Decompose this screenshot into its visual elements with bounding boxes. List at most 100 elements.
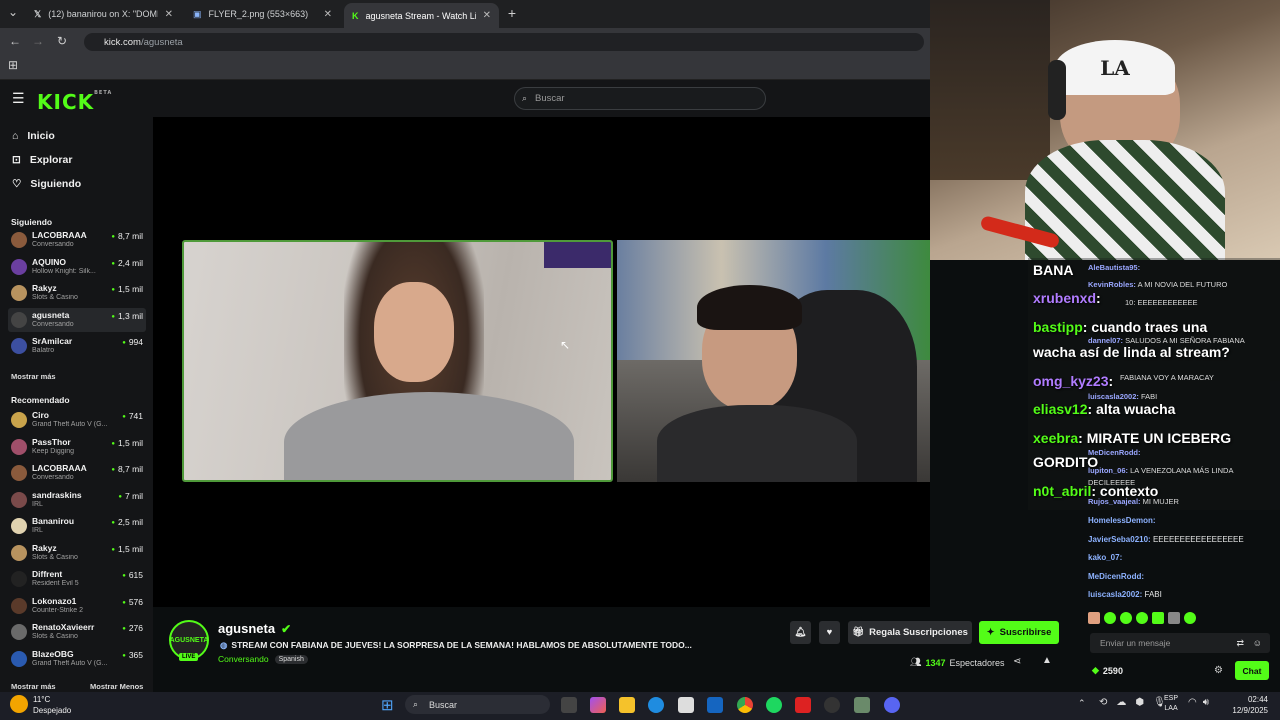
app-icon[interactable]	[795, 697, 811, 713]
message-text: LA VENEZOLANA MÁS LINDA	[1130, 466, 1234, 475]
url-field[interactable]: kick.com/agusneta	[84, 33, 924, 51]
sidebar-channel[interactable]: PassThorKeep Digging 1,5 mil	[8, 435, 146, 459]
store-icon[interactable]	[678, 697, 694, 713]
sidebar-channel[interactable]: LACOBRAAAConversando 8,7 mil	[8, 461, 146, 485]
weather-icon[interactable]	[10, 695, 28, 713]
sidebar-channel[interactable]: agusnetaConversando 1,3 mil	[8, 307, 146, 332]
tab-flyer[interactable]: ▣ FLYER_2.png (553×663) ✕	[185, 4, 340, 24]
channel-name: Rakyz	[32, 542, 57, 553]
copilot-icon[interactable]	[590, 697, 606, 713]
stream-category[interactable]: Conversando	[218, 654, 269, 664]
recommended-show-more[interactable]: Mostrar más	[11, 682, 56, 691]
spotify-icon[interactable]	[766, 697, 782, 713]
sidebar-channel[interactable]: AQUINOHollow Knight: Silk... 2,4 mil	[8, 255, 146, 279]
channel-name: Ciro	[32, 410, 49, 420]
sidebar-channel[interactable]: Lokonazo1Counter-Strike 2 576	[8, 594, 146, 618]
report-icon[interactable]: ▲	[1042, 655, 1052, 666]
recommended-show-less[interactable]: Mostrar Menos	[90, 682, 143, 691]
channel-category: IRL	[32, 500, 43, 508]
search-input[interactable]: ⌕ Buscar	[514, 87, 766, 110]
chat-send-button[interactable]: Chat	[1235, 661, 1269, 680]
back-icon[interactable]: ←	[7, 34, 23, 48]
tray-app-icon[interactable]: ☁	[1116, 697, 1126, 708]
weather-widget[interactable]: 11°C Despejado	[33, 694, 71, 716]
gift-subs-button[interactable]: 🎁︎ Regala Suscripciones	[848, 621, 972, 644]
channel-name[interactable]: agusneta	[218, 621, 275, 636]
new-tab-icon[interactable]: +	[504, 5, 520, 21]
close-icon[interactable]: ✕	[165, 9, 173, 20]
emote-icon[interactable]	[1184, 612, 1196, 624]
channel-viewers: 994	[122, 337, 143, 347]
channel-category: IRL	[32, 527, 43, 534]
sidebar-channel[interactable]: RakyzSlots & Casino 1,5 mil	[8, 541, 146, 565]
message-user[interactable]: JavierSeba0210:	[1088, 535, 1151, 544]
edge-icon[interactable]	[648, 697, 664, 713]
bookmarks-bar: ⊞	[0, 56, 930, 80]
kick-logo[interactable]: KICKBETA	[37, 90, 112, 114]
windows-start-icon[interactable]: ⊞	[381, 696, 394, 714]
message-user[interactable]: kako_07:	[1088, 553, 1122, 562]
file-explorer-icon[interactable]	[619, 697, 635, 713]
channel-category: Balatro	[32, 347, 55, 354]
emote-icon[interactable]	[1152, 612, 1164, 624]
obs-icon[interactable]	[824, 697, 840, 713]
forward-icon[interactable]: →	[30, 34, 46, 48]
follow-button[interactable]: ♥	[819, 621, 840, 644]
sidebar-channel[interactable]: RenatoXavieerrSlots & Casino 276	[8, 620, 146, 644]
sidebar-nav-explorar[interactable]: ⊡ Explorar	[12, 154, 72, 166]
task-view-icon[interactable]	[561, 697, 577, 713]
tray-app-icon[interactable]: ⬢	[1135, 697, 1144, 708]
tab-x[interactable]: 𝕏 (12) bananirou on X: "DOMING ✕	[26, 4, 181, 24]
apps-grid-icon[interactable]: ⊞	[5, 58, 21, 72]
input-language[interactable]: ESP LAA	[1164, 694, 1178, 714]
message-user[interactable]: MeDicenRodd:	[1088, 572, 1144, 581]
sidebar-channel[interactable]: SrAmilcarBalatro 994	[8, 334, 146, 358]
channel-points[interactable]: ◆ 2590	[1092, 665, 1123, 676]
emoji-icon[interactable]: ☺	[1253, 638, 1262, 648]
sidebar-channel[interactable]: RakyzSlots & Casino 1,5 mil	[8, 281, 146, 305]
emote-icon[interactable]	[1088, 612, 1100, 624]
notifications-button[interactable]: 🔔︎	[790, 621, 811, 644]
overlay-small-message: AleBautista95:	[1088, 263, 1140, 272]
sidebar-channel[interactable]: LACOBRAAAConversando 8,7 mil	[8, 228, 146, 252]
sidebar-channel[interactable]: BlazeOBGGrand Theft Auto V (G... 365	[8, 647, 146, 671]
chat-input[interactable]: Enviar un mensaje ⇄ ☺	[1090, 633, 1270, 653]
sidebar-channel[interactable]: DiffrentResident Evil 5 615	[8, 567, 146, 591]
message-user[interactable]: HomelessDemon:	[1088, 516, 1156, 525]
menu-icon[interactable]: ☰	[12, 90, 25, 107]
tray-chevron-icon[interactable]: ⌃	[1078, 698, 1086, 709]
outlook-icon[interactable]	[707, 697, 723, 713]
emote-icon[interactable]	[1168, 612, 1180, 624]
chrome-icon[interactable]	[737, 697, 753, 713]
language-tag[interactable]: Spanish	[274, 654, 308, 664]
translate-icon[interactable]: ⇄	[1236, 638, 1244, 649]
overlay-big-message: n0t_abril: contexto	[1033, 483, 1158, 499]
sidebar-nav-inicio[interactable]: ⌂ Inicio	[12, 130, 55, 142]
message-text: FABI	[1140, 392, 1158, 401]
subscribe-button[interactable]: ✦ Suscribirse	[979, 621, 1059, 644]
discord-icon[interactable]	[884, 697, 900, 713]
tab-list-icon[interactable]: ⌄	[5, 5, 21, 19]
emote-icon[interactable]	[1120, 612, 1132, 624]
channel-category: Hollow Knight: Silk...	[32, 267, 96, 275]
sidebar-channel[interactable]: sandraskinsIRL 7 mil	[8, 488, 146, 512]
channel-category: Conversando	[32, 474, 74, 481]
close-icon[interactable]: ✕	[324, 9, 332, 20]
sidebar-channel[interactable]: CiroGrand Theft Auto V (G... 741	[8, 408, 146, 432]
reload-icon[interactable]: ↻	[54, 34, 70, 48]
tray-app-icon[interactable]: ⟲	[1099, 697, 1107, 708]
sidebar-channel[interactable]: BananirouIRL 2,5 mil	[8, 514, 146, 538]
tab-kick[interactable]: K agusneta Stream - Watch Live o ✕	[344, 3, 499, 28]
clock[interactable]: 02:44 12/9/2025	[1226, 694, 1268, 716]
sidebar-nav-siguiendo[interactable]: ♡ Siguiendo	[12, 178, 81, 190]
taskbar-search[interactable]: ⌕ Buscar	[405, 695, 550, 714]
app-icon[interactable]	[854, 697, 870, 713]
emote-icon[interactable]	[1136, 612, 1148, 624]
message-user[interactable]: luiscasla2002:	[1088, 590, 1142, 599]
close-icon[interactable]: ✕	[483, 10, 491, 21]
share-icon[interactable]: ⋖	[1013, 656, 1021, 667]
following-show-more[interactable]: Mostrar más	[11, 372, 56, 381]
emote-icon[interactable]	[1104, 612, 1116, 624]
quick-settings[interactable]: ◠ 🔊︎	[1188, 697, 1209, 708]
chat-settings-icon[interactable]: ⚙	[1214, 665, 1223, 676]
